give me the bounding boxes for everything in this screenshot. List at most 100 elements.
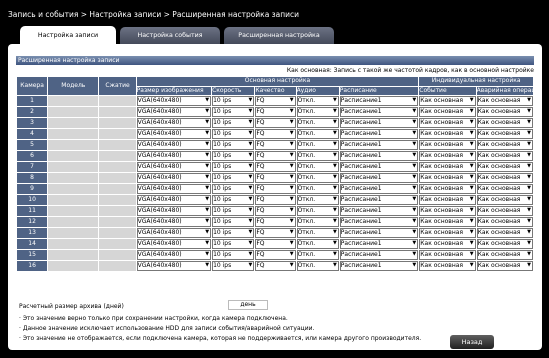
image-size-select[interactable]: VGA(640x480) ▼ — [136, 129, 212, 140]
quality-select[interactable]: FQ ▼ — [255, 118, 296, 129]
event-select[interactable]: Как основная ▼ — [419, 96, 476, 107]
emergency-select[interactable]: Как основная ▼ — [476, 228, 533, 239]
image-size-select[interactable]: VGA(640x480) ▼ — [136, 96, 212, 107]
rate-select[interactable]: 10 ips ▼ — [212, 228, 255, 239]
event-select[interactable]: Как основная ▼ — [419, 217, 476, 228]
event-select[interactable]: Как основная ▼ — [419, 184, 476, 195]
rate-select[interactable]: 10 ips ▼ — [212, 239, 255, 250]
quality-select[interactable]: FQ ▼ — [255, 140, 296, 151]
event-select[interactable]: Как основная ▼ — [419, 118, 476, 129]
audio-select[interactable]: Откл. ▼ — [296, 129, 339, 140]
event-select[interactable]: Как основная ▼ — [419, 250, 476, 261]
emergency-select[interactable]: Как основная ▼ — [476, 250, 533, 261]
quality-select[interactable]: FQ ▼ — [255, 239, 296, 250]
audio-select[interactable]: Откл. ▼ — [296, 151, 339, 162]
quality-select[interactable]: FQ ▼ — [255, 217, 296, 228]
image-size-select[interactable]: VGA(640x480) ▼ — [136, 195, 212, 206]
quality-select[interactable]: FQ ▼ — [255, 129, 296, 140]
image-size-select[interactable]: VGA(640x480) ▼ — [136, 173, 212, 184]
audio-select[interactable]: Откл. ▼ — [296, 195, 339, 206]
image-size-select[interactable]: VGA(640x480) ▼ — [136, 118, 212, 129]
emergency-select[interactable]: Как основная ▼ — [476, 217, 533, 228]
rate-select[interactable]: 10 ips ▼ — [212, 250, 255, 261]
event-select[interactable]: Как основная ▼ — [419, 151, 476, 162]
event-select[interactable]: Как основная ▼ — [419, 173, 476, 184]
event-select[interactable]: Как основная ▼ — [419, 195, 476, 206]
image-size-select[interactable]: VGA(640x480) ▼ — [136, 261, 212, 272]
event-select[interactable]: Как основная ▼ — [419, 162, 476, 173]
image-size-select[interactable]: VGA(640x480) ▼ — [136, 217, 212, 228]
image-size-select[interactable]: VGA(640x480) ▼ — [136, 162, 212, 173]
event-select[interactable]: Как основная ▼ — [419, 206, 476, 217]
rate-select[interactable]: 10 ips ▼ — [212, 129, 255, 140]
audio-select[interactable]: Откл. ▼ — [296, 250, 339, 261]
audio-select[interactable]: Откл. ▼ — [296, 217, 339, 228]
rate-select[interactable]: 10 ips ▼ — [212, 173, 255, 184]
image-size-select[interactable]: VGA(640x480) ▼ — [136, 228, 212, 239]
quality-select[interactable]: FQ ▼ — [255, 162, 296, 173]
image-size-select[interactable]: VGA(640x480) ▼ — [136, 107, 212, 118]
audio-select[interactable]: Откл. ▼ — [296, 173, 339, 184]
audio-select[interactable]: Откл. ▼ — [296, 162, 339, 173]
image-size-select[interactable]: VGA(640x480) ▼ — [136, 140, 212, 151]
schedule-select[interactable]: Расписание1 ▼ — [339, 206, 419, 217]
audio-select[interactable]: Откл. ▼ — [296, 261, 339, 272]
schedule-select[interactable]: Расписание1 ▼ — [339, 118, 419, 129]
audio-select[interactable]: Откл. ▼ — [296, 206, 339, 217]
quality-select[interactable]: FQ ▼ — [255, 228, 296, 239]
schedule-select[interactable]: Расписание1 ▼ — [339, 129, 419, 140]
rate-select[interactable]: 10 ips ▼ — [212, 96, 255, 107]
quality-select[interactable]: FQ ▼ — [255, 173, 296, 184]
schedule-select[interactable]: Расписание1 ▼ — [339, 195, 419, 206]
schedule-select[interactable]: Расписание1 ▼ — [339, 140, 419, 151]
rate-select[interactable]: 10 ips ▼ — [212, 151, 255, 162]
quality-select[interactable]: FQ ▼ — [255, 184, 296, 195]
schedule-select[interactable]: Расписание1 ▼ — [339, 217, 419, 228]
rate-select[interactable]: 10 ips ▼ — [212, 206, 255, 217]
audio-select[interactable]: Откл. ▼ — [296, 228, 339, 239]
image-size-select[interactable]: VGA(640x480) ▼ — [136, 151, 212, 162]
event-select[interactable]: Как основная ▼ — [419, 261, 476, 272]
event-select[interactable]: Как основная ▼ — [419, 140, 476, 151]
rate-select[interactable]: 10 ips ▼ — [212, 140, 255, 151]
audio-select[interactable]: Откл. ▼ — [296, 96, 339, 107]
image-size-select[interactable]: VGA(640x480) ▼ — [136, 206, 212, 217]
tab-advanced-settings[interactable]: Расширенная настройка — [224, 27, 334, 44]
quality-select[interactable]: FQ ▼ — [255, 96, 296, 107]
event-select[interactable]: Как основная ▼ — [419, 129, 476, 140]
audio-select[interactable]: Откл. ▼ — [296, 239, 339, 250]
quality-select[interactable]: FQ ▼ — [255, 206, 296, 217]
emergency-select[interactable]: Как основная ▼ — [476, 151, 533, 162]
rate-select[interactable]: 10 ips ▼ — [212, 118, 255, 129]
rate-select[interactable]: 10 ips ▼ — [212, 184, 255, 195]
schedule-select[interactable]: Расписание1 ▼ — [339, 250, 419, 261]
emergency-select[interactable]: Как основная ▼ — [476, 195, 533, 206]
event-select[interactable]: Как основная ▼ — [419, 107, 476, 118]
back-button[interactable]: Назад — [450, 335, 494, 349]
event-select[interactable]: Как основная ▼ — [419, 239, 476, 250]
quality-select[interactable]: FQ ▼ — [255, 195, 296, 206]
emergency-select[interactable]: Как основная ▼ — [476, 129, 533, 140]
emergency-select[interactable]: Как основная ▼ — [476, 206, 533, 217]
emergency-select[interactable]: Как основная ▼ — [476, 184, 533, 195]
image-size-select[interactable]: VGA(640x480) ▼ — [136, 239, 212, 250]
schedule-select[interactable]: Расписание1 ▼ — [339, 173, 419, 184]
schedule-select[interactable]: Расписание1 ▼ — [339, 228, 419, 239]
quality-select[interactable]: FQ ▼ — [255, 107, 296, 118]
rate-select[interactable]: 10 ips ▼ — [212, 261, 255, 272]
emergency-select[interactable]: Как основная ▼ — [476, 118, 533, 129]
emergency-select[interactable]: Как основная ▼ — [476, 107, 533, 118]
audio-select[interactable]: Откл. ▼ — [296, 107, 339, 118]
schedule-select[interactable]: Расписание1 ▼ — [339, 162, 419, 173]
emergency-select[interactable]: Как основная ▼ — [476, 96, 533, 107]
tab-record-settings[interactable]: Настройка записи — [20, 26, 116, 45]
audio-select[interactable]: Откл. ▼ — [296, 118, 339, 129]
schedule-select[interactable]: Расписание1 ▼ — [339, 107, 419, 118]
audio-select[interactable]: Откл. ▼ — [296, 184, 339, 195]
rate-select[interactable]: 10 ips ▼ — [212, 162, 255, 173]
emergency-select[interactable]: Как основная ▼ — [476, 173, 533, 184]
audio-select[interactable]: Откл. ▼ — [296, 140, 339, 151]
image-size-select[interactable]: VGA(640x480) ▼ — [136, 184, 212, 195]
tab-event-settings[interactable]: Настройка события — [120, 27, 220, 44]
schedule-select[interactable]: Расписание1 ▼ — [339, 261, 419, 272]
